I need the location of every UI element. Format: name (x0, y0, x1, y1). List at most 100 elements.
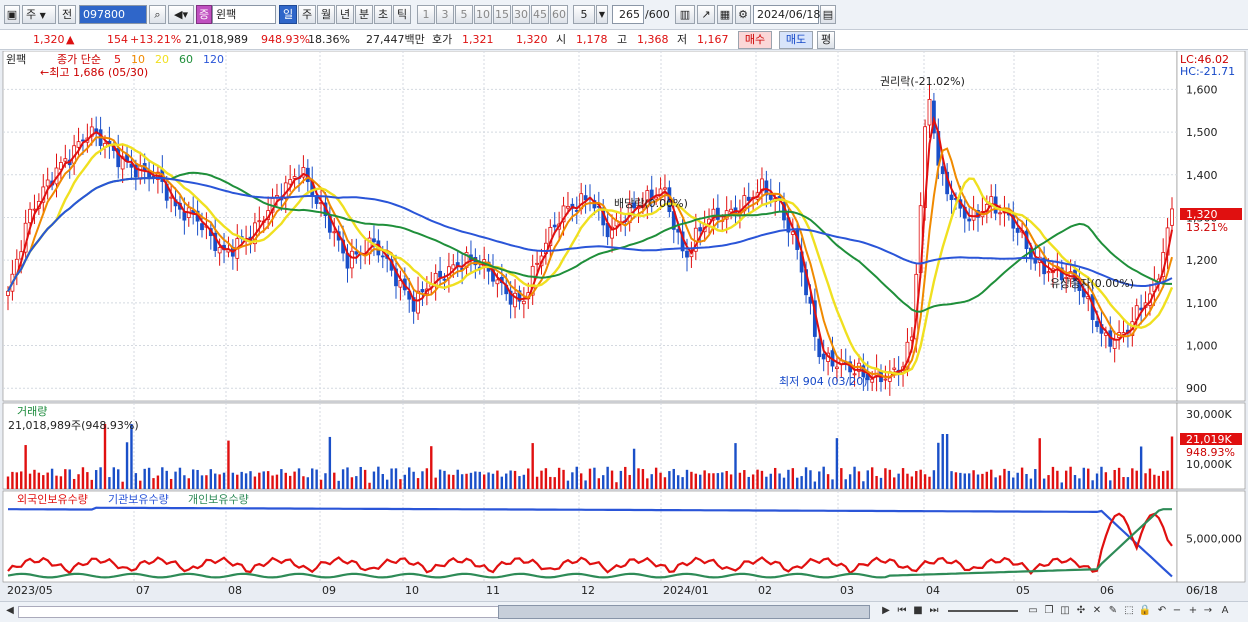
date-input[interactable]: 2024/06/18 (753, 5, 820, 24)
interval-button[interactable]: 3 (436, 5, 454, 24)
chart-menu-icon[interactable]: ▣ (4, 5, 20, 24)
period-button[interactable]: 분 (355, 5, 373, 24)
volume-bar (156, 475, 160, 489)
crosshair-icon[interactable]: ✣ (1074, 604, 1088, 618)
buy-button[interactable]: 매수 (738, 31, 772, 49)
volume-bar (619, 470, 623, 489)
gear-icon[interactable]: ⚙ (735, 5, 751, 24)
volume-bar (857, 471, 861, 489)
interval-button[interactable]: 10 (474, 5, 492, 24)
candle-body (416, 290, 420, 314)
volume-bar (637, 468, 640, 489)
period-button[interactable]: 일 (279, 5, 297, 24)
rights-annotation: 권리락(-21.02%) (880, 75, 965, 88)
interval-button[interactable]: 60 (550, 5, 568, 24)
select-icon[interactable]: ⬚ (1122, 604, 1136, 618)
auto-icon[interactable]: A (1218, 604, 1232, 618)
stop-icon[interactable]: ■ (912, 604, 924, 618)
volume-bar (646, 478, 649, 489)
sell-button[interactable]: 매도 (779, 31, 813, 49)
chart-nav-bar: ◀ ▶ ⏮ ■ ⏭ ▭ ❐ ◫ ✣ ✕ ✎ ⬚ 🔒 ↶ − + → A (0, 601, 1248, 622)
volume-bar (478, 471, 481, 489)
volume-bar (1020, 467, 1024, 489)
volume-bar (258, 472, 261, 489)
scroll-thumb[interactable] (498, 605, 870, 619)
split-icon[interactable]: ◫ (1058, 604, 1072, 618)
arrow-icon[interactable]: → (1201, 604, 1215, 618)
interval-button[interactable]: 15 (493, 5, 511, 24)
interval-button[interactable]: 1 (417, 5, 435, 24)
undo-icon[interactable]: ↶ (1156, 604, 1168, 618)
chevron-down-icon[interactable]: ▼ (596, 5, 608, 24)
draw-tool-icon[interactable]: ↗ (697, 5, 715, 24)
volume-bar (183, 475, 186, 489)
interval-button[interactable]: 30 (512, 5, 530, 24)
scroll-right-icon[interactable]: ▶ (880, 604, 892, 618)
volume-bar (1051, 466, 1055, 489)
stock-name-field[interactable]: 윈팩 (212, 5, 276, 24)
copy-icon[interactable]: ❐ (1042, 604, 1056, 618)
candle-body (1095, 321, 1099, 327)
volume-bar (1139, 446, 1143, 489)
rewind-icon[interactable]: ⏮ (895, 604, 909, 618)
count-input[interactable]: 265 (612, 5, 644, 24)
volume-bar (341, 469, 345, 489)
eval-button[interactable]: 평 (817, 31, 835, 49)
volume-bar (434, 477, 437, 489)
holdings-legend-item: 외국인보유수량 (17, 493, 88, 506)
candle-type-icon[interactable]: ▥ (675, 5, 695, 24)
layout-icon[interactable]: ▭ (1026, 604, 1040, 618)
period-button[interactable]: 주 (298, 5, 316, 24)
interval-select[interactable]: 5 (573, 5, 595, 24)
cross-icon[interactable]: ✕ (1090, 604, 1104, 618)
volume-bar (64, 469, 67, 489)
volume-bar (187, 478, 190, 489)
candle-body (442, 278, 447, 281)
volume-bar (659, 472, 662, 489)
scroll-left-icon[interactable]: ◀ (4, 604, 16, 618)
period-select[interactable]: 주 ▼ (22, 5, 56, 24)
volume-value: 21,018,989 (185, 33, 248, 46)
code-input[interactable]: 097800 (79, 5, 147, 24)
volume-bar (566, 480, 570, 489)
zoom-slider[interactable] (948, 610, 1018, 612)
candle-body (949, 194, 954, 201)
open-label: 시 (556, 33, 567, 46)
volume-bar (337, 480, 340, 489)
draw-icon[interactable]: ✎ (1106, 604, 1120, 618)
interval-button[interactable]: 45 (531, 5, 549, 24)
candle-body (350, 250, 354, 269)
period-button[interactable]: 초 (374, 5, 392, 24)
volume-bar (813, 481, 817, 489)
volume-bar (804, 467, 808, 489)
volume-bar (408, 467, 411, 489)
volume-bar (1157, 475, 1160, 489)
volume-bar (130, 424, 133, 489)
volume-bar (37, 472, 41, 489)
zoom-in-icon[interactable]: + (1186, 604, 1200, 618)
volume-bar (967, 473, 971, 489)
volume-bar (42, 475, 45, 489)
volume-bar (306, 477, 310, 489)
prev-button[interactable]: 전 (58, 5, 76, 24)
volume-bar (650, 474, 653, 489)
fast-forward-icon[interactable]: ⏭ (927, 604, 941, 618)
holdings-tick-label: 5,000,000 (1186, 532, 1242, 545)
period-button[interactable]: 틱 (393, 5, 411, 24)
volume-bar (712, 473, 715, 489)
stock-chart[interactable]: 9001,0001,1001,2001,3001,4001,5001,60020… (0, 51, 1248, 601)
lock-icon[interactable]: 🔒 (1138, 604, 1152, 618)
volume-bar (897, 473, 900, 489)
scroll-track[interactable] (18, 606, 500, 618)
search-icon[interactable]: ⌕ (149, 5, 166, 24)
interval-button[interactable]: 5 (455, 5, 473, 24)
time-axis-label: 09 (322, 584, 336, 597)
zoom-out-icon[interactable]: − (1170, 604, 1184, 618)
volume-bar (531, 443, 534, 489)
period-button[interactable]: 년 (336, 5, 354, 24)
volume-bar (562, 469, 565, 489)
period-button[interactable]: 월 (317, 5, 335, 24)
calendar-icon[interactable]: ▤ (820, 5, 836, 24)
audio-select-icon[interactable]: ◀▾ (168, 5, 194, 24)
grid-icon[interactable]: ▦ (717, 5, 733, 24)
